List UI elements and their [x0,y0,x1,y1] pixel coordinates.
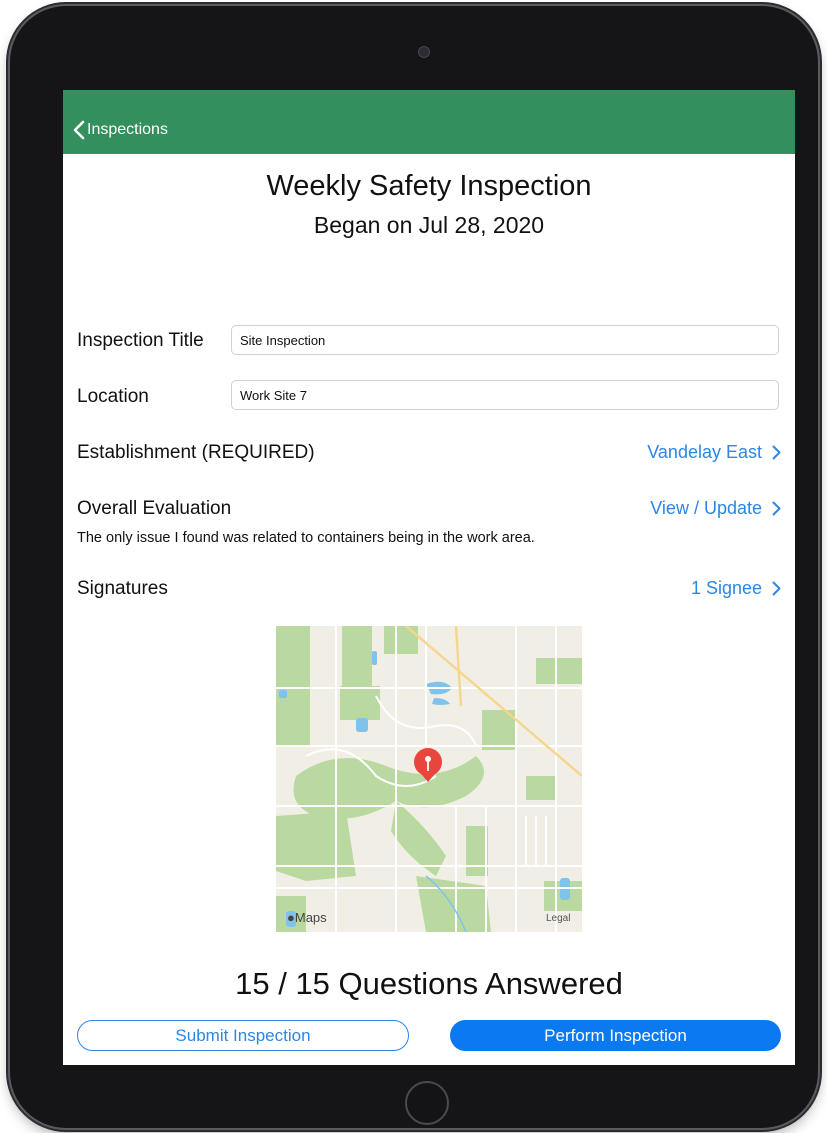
overall-evaluation-link[interactable]: View / Update [650,498,781,519]
establishment-label: Establishment (REQUIRED) [77,442,315,463]
map-legal-link[interactable]: Legal [546,913,570,924]
establishment-selector[interactable]: Vandelay East [647,442,781,463]
maps-logo: ●Maps [287,910,327,925]
inspection-title-input[interactable] [231,325,779,355]
perform-inspection-button[interactable]: Perform Inspection [450,1020,781,1051]
establishment-value: Vandelay East [647,442,762,462]
map-image [276,626,582,932]
chevron-left-icon [73,120,85,140]
signatures-value: 1 Signee [690,578,762,598]
signatures-link[interactable]: 1 Signee [691,578,781,599]
maps-logo-text: Maps [294,910,327,925]
overall-evaluation-label: Overall Evaluation [77,498,232,519]
back-button[interactable]: Inspections [73,118,168,142]
chevron-right-icon [772,581,781,596]
submit-inspection-button[interactable]: Submit Inspection [77,1020,409,1051]
location-label: Location [77,386,149,407]
home-button[interactable] [405,1081,449,1125]
signatures-label: Signatures [77,578,168,599]
location-input[interactable] [231,380,779,410]
location-map[interactable] [276,626,582,932]
chevron-right-icon [772,501,781,516]
camera-icon [418,46,430,58]
page-subtitle: Began on Jul 28, 2020 [313,212,545,238]
page-title: Weekly Safety Inspection [266,170,592,202]
back-button-label: Inspections [87,121,168,138]
chevron-right-icon [772,445,781,460]
questions-progress: 15 / 15 Questions Answered [235,966,623,1001]
app-screen: Inspections Weekly Safety Inspection Beg… [63,90,795,1065]
navigation-bar: Inspections [63,90,795,154]
overall-evaluation-value: View / Update [650,498,762,518]
apple-logo-icon: ● [287,910,295,925]
ipad-device-frame: Inspections Weekly Safety Inspection Beg… [10,6,818,1128]
overall-evaluation-note: The only issue I found was related to co… [77,530,535,546]
inspection-title-label: Inspection Title [77,330,204,351]
